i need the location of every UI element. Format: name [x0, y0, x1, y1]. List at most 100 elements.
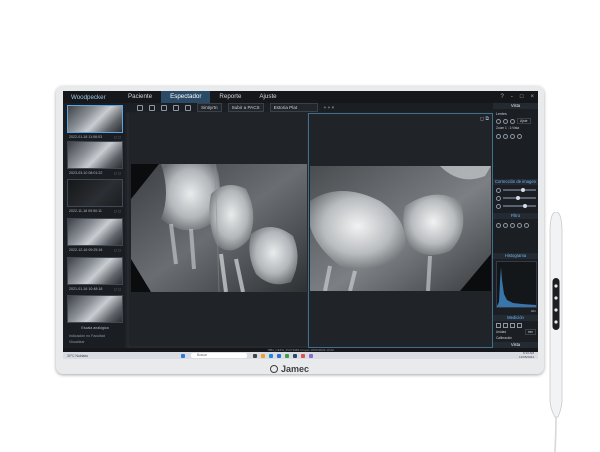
- app2-icon[interactable]: [301, 353, 305, 358]
- contrast-row: [496, 195, 536, 201]
- image-viewer: ◻ ⧉: [127, 113, 493, 348]
- undo-icon[interactable]: [137, 104, 143, 111]
- taskbar-search[interactable]: Buscar: [191, 353, 247, 358]
- section-medicion: Medición: [493, 315, 538, 321]
- tab-ajuste[interactable]: Ajuste: [250, 91, 285, 103]
- clock[interactable]: 9:13 AM 13/05/2024: [519, 351, 534, 359]
- unit-label: Unidad: [496, 330, 507, 334]
- thumb-tools-icon[interactable]: ◻ ◻: [114, 287, 121, 291]
- minimize-icon[interactable]: -: [511, 94, 513, 100]
- thumb-footer: Indicación no Facultad: [69, 334, 105, 338]
- app3-icon[interactable]: [309, 353, 313, 358]
- rotate-right-icon[interactable]: [503, 133, 508, 139]
- angle-icon[interactable]: [503, 322, 508, 328]
- export-icon[interactable]: [173, 104, 179, 111]
- zoom-in-icon[interactable]: [496, 118, 501, 124]
- thumb-tools-icon[interactable]: ◻ ◻: [114, 135, 121, 139]
- thumbnail-6[interactable]: [67, 295, 123, 323]
- xray-bitewing-right: [310, 166, 491, 291]
- pan-icon[interactable]: [510, 118, 515, 124]
- app-screen: Woodpecker Paciente Espectador Reporte A…: [63, 91, 538, 359]
- monitor-brand-logo: Jamec: [270, 363, 340, 375]
- pseudocolor-icon[interactable]: [517, 222, 522, 228]
- layout-select[interactable]: Estoria Plat: [269, 103, 318, 112]
- brightness-slider[interactable]: [503, 187, 536, 192]
- thumbnail-2[interactable]: [67, 141, 123, 169]
- pane-tools-icon[interactable]: ◻ ⧉: [480, 116, 489, 122]
- thumb-tools-icon[interactable]: ◻ ◻: [114, 209, 121, 213]
- zoom-out-icon[interactable]: [503, 118, 508, 124]
- redo-icon[interactable]: [149, 104, 155, 111]
- area-icon[interactable]: [510, 322, 515, 328]
- thumbnail-5[interactable]: [67, 257, 123, 285]
- zoom-label: Lentes: [496, 112, 507, 116]
- ruler-icon[interactable]: [496, 322, 501, 328]
- contrast-knob[interactable]: [516, 195, 521, 200]
- section-correccion: Corrección de imagen: [493, 179, 538, 185]
- tools-panel: Vista Lentes Ajste Zoom 1 : 1:Vista Corr…: [493, 103, 538, 348]
- sharpen-icon[interactable]: [496, 222, 501, 228]
- viewer-pane-left[interactable]: [129, 113, 307, 346]
- histogram-label: 0/m: [530, 309, 536, 313]
- explorer-icon[interactable]: [261, 353, 265, 358]
- delete-icon[interactable]: [161, 104, 167, 111]
- xray-image-right: [310, 166, 491, 291]
- edge-icon[interactable]: [269, 353, 273, 358]
- zoom-fit-select[interactable]: Ajste: [517, 118, 531, 124]
- invert-icon[interactable]: [503, 222, 508, 228]
- flip-vertical-icon[interactable]: [517, 133, 522, 139]
- contrast-icon: [496, 195, 501, 201]
- tab-reporte[interactable]: Reporte: [210, 91, 250, 103]
- toolbar-select-1[interactable]: Sintiyrtn: [197, 103, 222, 112]
- flip-horizontal-icon[interactable]: [510, 133, 515, 139]
- maximize-icon[interactable]: □: [520, 94, 524, 100]
- store-icon[interactable]: [277, 353, 281, 358]
- brightness-icon: [496, 187, 501, 193]
- brightness-knob[interactable]: [521, 187, 526, 192]
- gamma-icon: [496, 203, 501, 209]
- thumbnail-6-label: Escala analógica: [81, 326, 109, 330]
- thumbnail-3[interactable]: [67, 179, 123, 207]
- rotate-left-icon[interactable]: [496, 133, 501, 139]
- zoom-label-row: Lentes: [496, 111, 536, 117]
- filter-controls: [496, 222, 536, 228]
- text-icon[interactable]: [517, 322, 522, 328]
- emboss-icon[interactable]: [510, 222, 515, 228]
- thumbnail-1-label: 2022-01-18 11:06:03 ◻ ◻: [69, 135, 121, 139]
- upload-pacs-button[interactable]: Subir a PACS: [227, 103, 264, 112]
- thumb-tools-icon[interactable]: ◻ ◻: [114, 171, 121, 175]
- zoom-ratio[interactable]: Zoom 1 : 1:Vista: [496, 125, 536, 131]
- brightness-row: [496, 187, 536, 193]
- close-icon[interactable]: ×: [530, 94, 534, 100]
- app-icon[interactable]: [285, 353, 289, 358]
- thumbnail-1[interactable]: [67, 105, 123, 133]
- calibration-label[interactable]: Calibración: [496, 336, 512, 340]
- thumbnail-5-label: 2021-01-16 10:48:18 ◻ ◻: [69, 287, 121, 291]
- tab-espectador[interactable]: Espectador: [161, 91, 211, 103]
- xray-bitewing-left: [131, 164, 307, 292]
- viewer-pane-right[interactable]: ◻ ⧉: [308, 113, 493, 348]
- contrast-slider[interactable]: [503, 195, 536, 200]
- zoom-controls: Ajste: [496, 118, 536, 124]
- gamma-slider[interactable]: [503, 203, 536, 208]
- layout-controls[interactable]: + + ×: [324, 105, 335, 110]
- start-icon[interactable]: [181, 353, 185, 358]
- thumbnail-4[interactable]: [67, 218, 123, 246]
- rotate-controls: [496, 133, 536, 139]
- thumb-tools-icon[interactable]: ◻ ◻: [114, 248, 121, 252]
- comment-icon[interactable]: [185, 104, 191, 111]
- gamma-knob[interactable]: [523, 203, 528, 208]
- window-controls: ? - □ ×: [501, 91, 534, 103]
- reset-filter-icon[interactable]: [524, 222, 529, 228]
- weather-widget[interactable]: 30°C Nublado: [67, 354, 88, 358]
- section-filtro: Filtro: [493, 213, 538, 219]
- taskview-icon[interactable]: [253, 353, 257, 358]
- thumbnail-4-label: 2022-12-16 09:25:16 ◻ ◻: [69, 248, 121, 252]
- section-vista: Vista: [493, 103, 538, 109]
- woodpecker-app-icon[interactable]: [293, 353, 297, 358]
- viewer-toolbar: Sintiyrtn Subir a PACS Estoria Plat + + …: [63, 103, 493, 112]
- help-icon[interactable]: ?: [501, 94, 504, 100]
- tab-paciente[interactable]: Paciente: [119, 91, 161, 103]
- histogram-curve: [497, 267, 536, 307]
- brand-mark-icon: [270, 365, 278, 373]
